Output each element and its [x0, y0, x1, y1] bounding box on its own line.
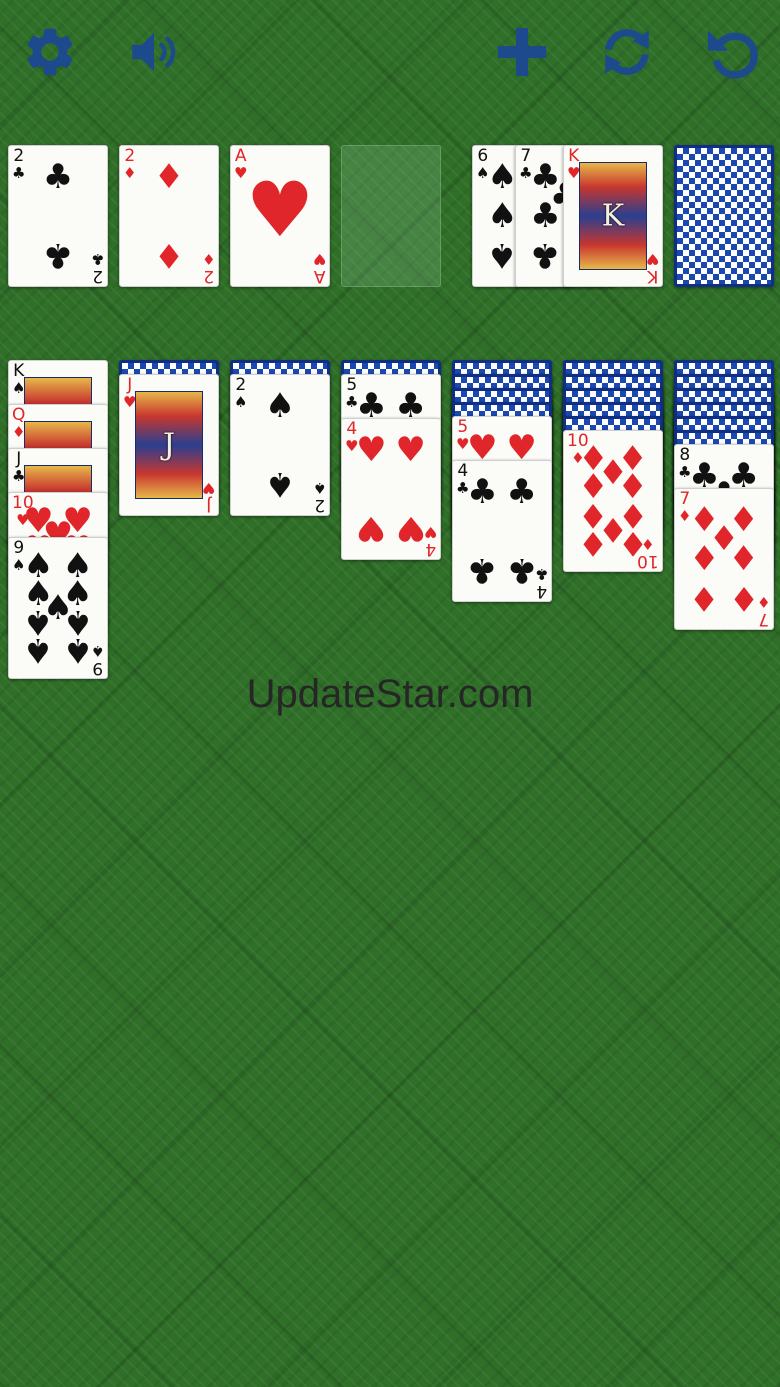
club-icon: ♣ — [467, 550, 498, 591]
new-game-button[interactable] — [490, 20, 554, 84]
playing-card[interactable]: 7 ♦ 7 ♦ ♦ ♦ ♦ ♦ ♦ ♦ ♦ — [674, 488, 774, 630]
watermark: UpdateStar.com — [246, 672, 534, 716]
playing-card[interactable]: 2 ♣ 2 ♣ ♣ ♣ — [8, 145, 108, 287]
heart-icon: ♥ — [645, 250, 659, 268]
card-rank: 7 — [757, 609, 769, 629]
settings-button[interactable] — [18, 20, 82, 84]
playing-card[interactable]: K ♥ K ♥ K — [563, 145, 663, 287]
club-icon: ♣ — [467, 471, 498, 512]
refresh-icon — [605, 29, 649, 75]
card-corner-bottom: 2 ♠ — [312, 479, 326, 515]
diamond-icon: ♦ — [689, 539, 720, 579]
undo-icon — [707, 30, 758, 79]
court-rank: J — [162, 427, 176, 463]
club-icon: ♣ — [506, 471, 537, 512]
diamond-icon: ♦ — [578, 523, 609, 563]
court-figure: K — [579, 162, 647, 270]
card-corner: 2 ♣ — [12, 148, 25, 181]
card-corner: 2 ♠ — [234, 377, 247, 410]
club-icon: ♣ — [42, 235, 74, 276]
card-rank: J — [127, 375, 133, 395]
playing-card[interactable]: J ♥ J ♥ J — [119, 374, 219, 516]
playing-card[interactable]: 2 ♦ 2 ♦ ♦ ♦ — [119, 145, 219, 287]
card-corner-bottom: A ♥ — [312, 250, 326, 286]
diamond-icon: ♦ — [153, 235, 185, 276]
club-icon: ♣ — [530, 196, 561, 236]
spade-icon: ♠ — [264, 385, 296, 426]
spade-icon: ♠ — [487, 235, 518, 276]
heart-icon: ♥ — [201, 479, 215, 497]
card-rank: A — [234, 146, 247, 166]
playing-card[interactable]: A ♥ A ♥ ♥ — [230, 145, 330, 287]
plus-icon — [497, 27, 547, 77]
card-rank: 2 — [202, 266, 214, 286]
speaker-icon — [132, 32, 176, 72]
club-icon: ♣ — [530, 235, 561, 276]
card-rank: A — [313, 266, 326, 286]
spade-icon: ♠ — [264, 464, 296, 505]
card-rank: 9 — [91, 658, 103, 678]
spade-icon: ♠ — [23, 630, 54, 670]
card-corner-bottom: J ♥ — [201, 479, 215, 515]
spade-icon: ♠ — [62, 630, 93, 670]
card-rank: 4 — [424, 539, 436, 559]
undo-button[interactable] — [700, 20, 764, 84]
playing-card[interactable]: 4 ♣ 4 ♣ ♣ ♣ ♣ ♣ — [452, 460, 552, 602]
restart-button[interactable] — [595, 20, 659, 84]
court-figure: J — [135, 391, 203, 499]
diamond-icon: ♦ — [617, 523, 648, 563]
card-corner: 2 ♦ — [123, 148, 136, 181]
playing-card[interactable]: 2 ♠ 2 ♠ ♠ ♠ — [230, 374, 330, 516]
heart-icon: ♥ — [245, 165, 315, 255]
card-rank: K — [13, 361, 25, 381]
diamond-icon: ♦ — [153, 156, 185, 197]
club-icon: ♣ — [90, 250, 104, 268]
diamond-icon: ♦ — [728, 539, 759, 579]
club-icon: ♣ — [12, 164, 26, 182]
card-rank: 2 — [91, 266, 103, 286]
foundation-slot[interactable] — [341, 145, 441, 287]
playing-card[interactable]: 9 ♠ 9 ♠ ♠ ♠ ♠ ♠ ♠ ♠ ♠ ♠ ♠ — [8, 537, 108, 679]
heart-icon: ♥ — [356, 508, 387, 549]
card-corner-bottom: K ♥ — [645, 250, 659, 286]
diamond-icon: ♦ — [123, 164, 137, 182]
spade-icon: ♠ — [487, 196, 518, 236]
heart-icon: ♥ — [395, 508, 426, 549]
playing-card[interactable]: 4 ♥ 4 ♥ ♥ ♥ ♥ ♥ — [341, 418, 441, 560]
gear-icon — [27, 28, 73, 76]
stock-pile[interactable] — [674, 145, 774, 287]
court-rank: K — [601, 198, 625, 234]
card-rank: 4 — [535, 581, 547, 601]
card-rank: J — [205, 495, 211, 515]
club-icon: ♣ — [42, 156, 74, 197]
heart-icon: ♥ — [395, 429, 426, 470]
card-rank: J — [16, 449, 22, 469]
card-rank: 2 — [235, 375, 247, 395]
spade-icon: ♠ — [487, 156, 518, 197]
diamond-icon: ♦ — [728, 578, 759, 619]
playing-card[interactable]: 10 ♦ 10 ♦ ♦ ♦ ♦ ♦ ♦ ♦ ♦ ♦ ♦ ♦ — [563, 430, 663, 572]
heart-icon: ♥ — [312, 250, 326, 268]
club-icon: ♣ — [506, 550, 537, 591]
diamond-icon: ♦ — [201, 250, 215, 268]
card-rank: 2 — [13, 146, 25, 166]
sound-button[interactable] — [122, 20, 186, 84]
spade-icon: ♠ — [234, 393, 248, 411]
diamond-icon: ♦ — [689, 578, 720, 619]
card-rank: K — [646, 266, 658, 286]
card-rank: 2 — [124, 146, 136, 166]
card-rank: K — [568, 146, 580, 166]
card-rank: 2 — [313, 495, 325, 515]
card-corner-bottom: 2 ♣ — [90, 250, 104, 286]
card-corner-bottom: 2 ♦ — [201, 250, 215, 286]
heart-icon: ♥ — [356, 429, 387, 470]
spade-icon: ♠ — [312, 479, 326, 497]
